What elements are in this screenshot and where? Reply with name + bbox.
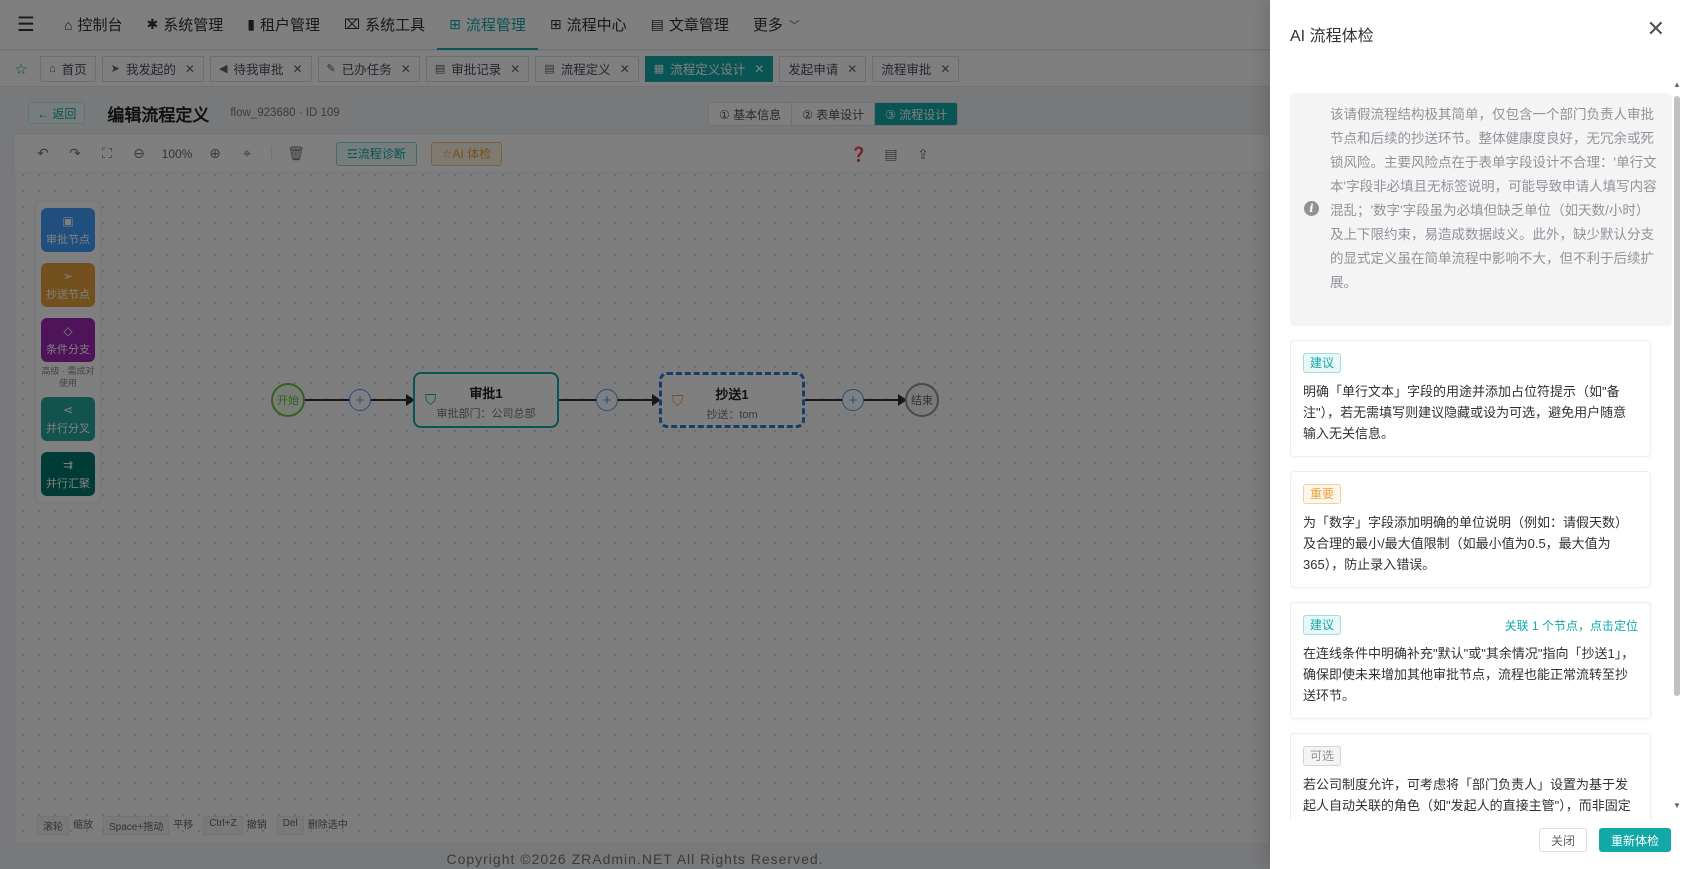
scrollbar-thumb[interactable] (1674, 96, 1680, 696)
summary-alert: i 该请假流程结构极其简单，仅包含一个部门负责人审批节点和后续的抄送环节。整体健… (1290, 93, 1672, 326)
recheck-button[interactable]: 重新体检 (1598, 828, 1671, 852)
ai-check-drawer: AI 流程体检 ✕ i 该请假流程结构极其简单，仅包含一个部门负责人审批节点和后… (1270, 0, 1685, 869)
suggestion-card: 可选 若公司制度允许，可考虑将「部门负责人」设置为基于发起人自动关联的角色（如"… (1290, 733, 1651, 819)
drawer-title: AI 流程体检 (1290, 28, 1374, 45)
suggestion-card: 建议 关联 1 个节点，点击定位 在连线条件中明确补充"默认"或"其余情况"指向… (1290, 602, 1651, 719)
level-badge: 建议 (1303, 353, 1342, 373)
suggestion-text: 为「数字」字段添加明确的单位说明（例如：请假天数）及合理的最小/最大值限制（如最… (1303, 515, 1629, 572)
close-icon[interactable]: ✕ (1647, 18, 1665, 40)
level-badge: 重要 (1303, 484, 1342, 504)
level-badge: 建议 (1303, 615, 1342, 635)
summary-text: 该请假流程结构极其简单，仅包含一个部门负责人审批节点和后续的抄送环节。整体健康度… (1330, 107, 1657, 290)
suggestion-text: 在连线条件中明确补充"默认"或"其余情况"指向「抄送1」，确保即使未来增加其他审… (1303, 646, 1635, 703)
scroll-up-icon[interactable]: ▲ (1673, 80, 1681, 89)
level-badge: 可选 (1303, 746, 1342, 766)
scroll-down-icon[interactable]: ▼ (1673, 801, 1681, 810)
drawer-scrollbar[interactable]: ▲ ▼ (1673, 80, 1681, 810)
suggestion-card: 重要 为「数字」字段添加明确的单位说明（例如：请假天数）及合理的最小/最大值限制… (1290, 471, 1651, 588)
suggestion-text: 明确「单行文本」字段的用途并添加占位符提示（如"备注"），若无需填写则建议隐藏或… (1303, 384, 1627, 441)
drawer-footer: 关闭 重新体检 (1527, 828, 1671, 852)
suggestion-text: 若公司制度允许，可考虑将「部门负责人」设置为基于发起人自动关联的角色（如"发起人… (1303, 777, 1631, 813)
locate-node-link[interactable]: 关联 1 个节点，点击定位 (1505, 617, 1638, 634)
close-button[interactable]: 关闭 (1538, 828, 1587, 852)
drawer-body: i 该请假流程结构极其简单，仅包含一个部门负责人审批节点和后续的抄送环节。整体健… (1290, 93, 1672, 819)
suggestion-card: 建议 明确「单行文本」字段的用途并添加占位符提示（如"备注"），若无需填写则建议… (1290, 340, 1651, 457)
info-icon: i (1304, 201, 1319, 216)
